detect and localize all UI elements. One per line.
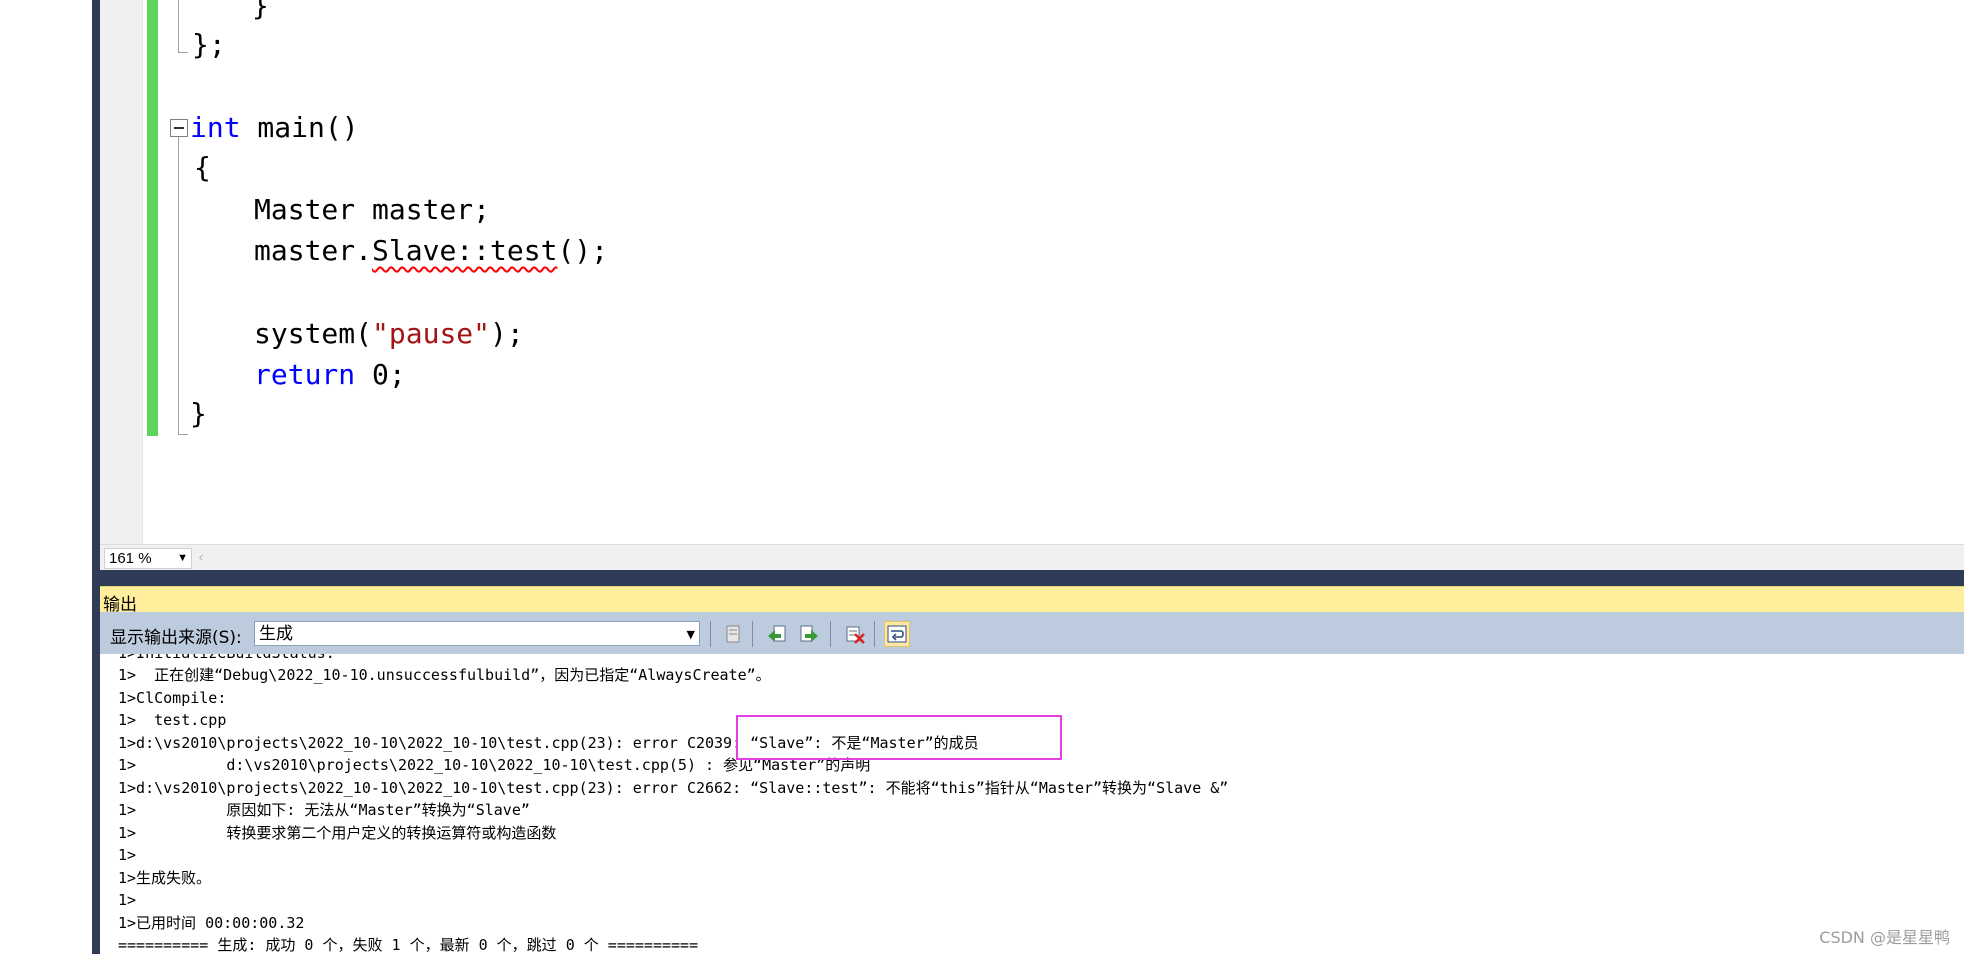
output-source-label: 显示输出来源(S): xyxy=(110,628,242,648)
output-line: 1> 正在创建“Debug\2022_10-10.unsuccessfulbui… xyxy=(118,666,771,684)
prev-message-icon xyxy=(768,625,786,642)
goto-location-button[interactable] xyxy=(720,621,746,647)
output-line-summary: ========== 生成: 成功 0 个，失败 1 个，最新 0 个，跳过 0… xyxy=(118,936,699,954)
output-line: 1> xyxy=(118,891,137,909)
desktop-background xyxy=(0,0,92,954)
keyword-return: return xyxy=(254,358,356,391)
code-line-system: system("pause"); xyxy=(254,317,524,350)
error-squiggle[interactable]: Slave::test xyxy=(372,234,557,267)
prev-message-button[interactable] xyxy=(764,621,790,647)
output-panel-header: 输出 xyxy=(100,586,1964,615)
editor-status-bar: 161 % ▼ ‹ xyxy=(100,544,1964,571)
output-line: 1>InitializeBuildStatus: xyxy=(118,654,335,664)
output-line: 1> xyxy=(118,846,137,864)
output-source-select[interactable]: 生成 ▼ xyxy=(254,621,700,646)
code-line-return: return 0; xyxy=(254,358,406,391)
code-line-master-decl: Master master; xyxy=(254,193,491,226)
output-line: 1> test.cpp xyxy=(118,711,227,729)
output-line: 1> 原因如下: 无法从“Master”转换为“Slave” xyxy=(118,801,530,819)
code-line-call: master.Slave::test(); xyxy=(254,234,609,267)
code-line-open-brace: { xyxy=(194,151,211,184)
output-text-area[interactable]: 1>InitializeBuildStatus: 1> 正在创建“Debug\2… xyxy=(100,654,1964,954)
toolbar-separator xyxy=(830,621,831,647)
toolbar-separator xyxy=(710,621,711,647)
annotation-highlight-box xyxy=(736,715,1062,760)
dropdown-arrow-icon[interactable]: ▼ xyxy=(687,622,695,647)
code-editor[interactable]: } }; int main() { Master master; master.… xyxy=(100,0,1964,544)
window-frame xyxy=(92,0,100,954)
code-line-2: }; xyxy=(192,28,226,61)
code-line-1: } xyxy=(252,0,269,22)
code-line-main: int main() xyxy=(190,111,359,144)
keyword-int: int xyxy=(190,111,241,144)
code-line-close-main: } xyxy=(190,397,207,430)
clear-all-button[interactable] xyxy=(842,621,868,647)
output-line: 1>ClCompile: xyxy=(118,689,227,707)
toolbar-separator xyxy=(874,621,875,647)
string-literal: "pause" xyxy=(372,317,491,350)
dropdown-arrow-icon[interactable]: ▼ xyxy=(177,549,188,568)
word-wrap-button[interactable] xyxy=(884,621,910,647)
next-message-icon xyxy=(800,625,818,642)
output-line-error-c2662[interactable]: 1>d:\vs2010\projects\2022_10-10\2022_10-… xyxy=(118,777,1228,799)
clear-all-icon xyxy=(846,626,865,644)
code-text-area[interactable]: } }; int main() { Master master; master.… xyxy=(100,0,1964,544)
watermark: CSDN @是星星鸭 xyxy=(1819,928,1950,947)
output-toolbar: 显示输出来源(S): 生成 ▼ xyxy=(100,612,1964,654)
word-wrap-icon xyxy=(887,625,907,643)
output-line: 1>已用时间 00:00:00.32 xyxy=(118,914,305,932)
output-line: 1> 转换要求第二个用户定义的转换运算符或构造函数 xyxy=(118,824,557,842)
goto-location-icon xyxy=(726,625,740,643)
output-line: 1>生成失败。 xyxy=(118,869,212,887)
scroll-left-icon[interactable]: ‹ xyxy=(198,548,204,566)
panel-splitter[interactable] xyxy=(100,570,1964,586)
next-message-button[interactable] xyxy=(796,621,822,647)
zoom-dropdown[interactable]: 161 % ▼ xyxy=(104,548,192,569)
toolbar-separator xyxy=(752,621,753,647)
